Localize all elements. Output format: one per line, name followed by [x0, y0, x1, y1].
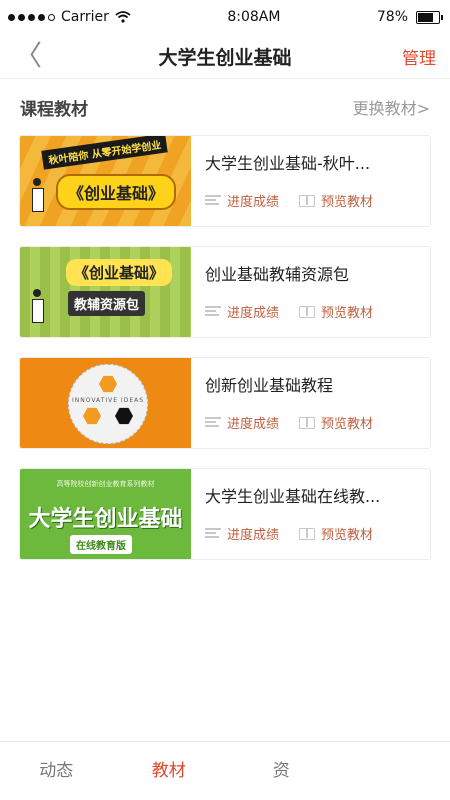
- progress-label: 进度成绩: [227, 195, 280, 210]
- book-icon: [299, 194, 316, 207]
- cover-title: INNOVATIVE IDEAS: [71, 397, 145, 404]
- book-icon: [299, 416, 316, 429]
- progress-label: 进度成绩: [227, 306, 280, 321]
- book-cover[interactable]: INNOVATIVE IDEAS: [20, 358, 191, 448]
- book-title[interactable]: 创业基础教辅资源包: [205, 261, 420, 283]
- textbook-card[interactable]: 《创业基础》 教辅资源包 创业基础教辅资源包 进度成绩 预览教材: [19, 246, 431, 338]
- wifi-icon: [115, 11, 131, 23]
- progress-label: 进度成绩: [227, 528, 280, 543]
- progress-icon: [205, 527, 221, 540]
- progress-button[interactable]: 进度成绩: [205, 524, 279, 543]
- textbook-list: 秋叶陪你 从零开始学创业 《创业基础》 大学生创业基础-秋叶... 进度成绩 预…: [0, 135, 450, 560]
- tab-dynamics[interactable]: 动态: [0, 742, 113, 800]
- preview-label: 预览教材: [321, 417, 374, 432]
- preview-label: 预览教材: [321, 528, 374, 543]
- preview-label: 预览教材: [321, 306, 374, 321]
- progress-icon: [205, 305, 221, 318]
- runner-figure: [30, 178, 44, 218]
- book-title[interactable]: 创新创业基础教程: [205, 372, 420, 394]
- preview-button[interactable]: 预览教材: [299, 524, 373, 543]
- back-button[interactable]: 〈: [14, 42, 42, 70]
- cover-badge: 在线教育版: [70, 535, 132, 554]
- clock: 8:08AM: [227, 9, 281, 25]
- progress-button[interactable]: 进度成绩: [205, 302, 279, 321]
- progress-label: 进度成绩: [227, 417, 280, 432]
- section-header: 课程教材 更换教材>: [0, 79, 450, 135]
- textbook-card[interactable]: 高等院校创新创业教育系列教材 大学生创业基础 在线教育版 大学生创业基础在线教.…: [19, 468, 431, 560]
- nav-bar: 〈 大学生创业基础 管理: [0, 34, 450, 79]
- section-title: 课程教材: [20, 99, 88, 120]
- progress-icon: [205, 416, 221, 429]
- bottom-tab-bar: 动态 教材 资: [0, 741, 450, 800]
- tab-resources[interactable]: 资: [225, 742, 338, 800]
- preview-button[interactable]: 预览教材: [299, 191, 373, 210]
- book-cover[interactable]: 高等院校创新创业教育系列教材 大学生创业基础 在线教育版: [20, 469, 191, 559]
- preview-button[interactable]: 预览教材: [299, 413, 373, 432]
- cover-title: 《创业基础》: [56, 174, 177, 210]
- manage-button[interactable]: 管理: [402, 44, 436, 69]
- book-title[interactable]: 大学生创业基础在线教...: [205, 483, 420, 505]
- book-title[interactable]: 大学生创业基础-秋叶...: [205, 150, 420, 172]
- cover-hexagon-graphic: INNOVATIVE IDEAS: [68, 364, 148, 444]
- cover-tagline: 秋叶陪你 从零开始学创业: [41, 136, 169, 170]
- preview-button[interactable]: 预览教材: [299, 302, 373, 321]
- battery-percent: 78%: [376, 9, 408, 25]
- progress-button[interactable]: 进度成绩: [205, 191, 279, 210]
- carrier-label: Carrier: [61, 9, 109, 25]
- book-cover[interactable]: 《创业基础》 教辅资源包: [20, 247, 191, 337]
- person-figure: [30, 289, 44, 329]
- book-icon: [299, 527, 316, 540]
- signal-icon: [8, 13, 55, 21]
- cover-subtitle: 教辅资源包: [68, 291, 146, 316]
- progress-button[interactable]: 进度成绩: [205, 413, 279, 432]
- textbook-card[interactable]: INNOVATIVE IDEAS 创新创业基础教程 进度成绩 预览教材: [19, 357, 431, 449]
- page-title: 大学生创业基础: [158, 46, 292, 69]
- tab-textbooks[interactable]: 教材: [113, 742, 226, 800]
- cover-title: 大学生创业基础: [28, 507, 183, 532]
- preview-label: 预览教材: [321, 195, 374, 210]
- battery-icon: [416, 10, 443, 24]
- cover-series: 高等院校创新创业教育系列教材: [56, 480, 155, 488]
- progress-icon: [205, 194, 221, 207]
- tab-more[interactable]: [338, 742, 450, 800]
- cover-title: 《创业基础》: [66, 259, 173, 286]
- book-cover[interactable]: 秋叶陪你 从零开始学创业 《创业基础》: [20, 136, 191, 226]
- book-icon: [299, 305, 316, 318]
- status-bar: Carrier 8:08AM 78%: [0, 0, 450, 34]
- change-textbook-link[interactable]: 更换教材>: [353, 95, 430, 119]
- textbook-card[interactable]: 秋叶陪你 从零开始学创业 《创业基础》 大学生创业基础-秋叶... 进度成绩 预…: [19, 135, 431, 227]
